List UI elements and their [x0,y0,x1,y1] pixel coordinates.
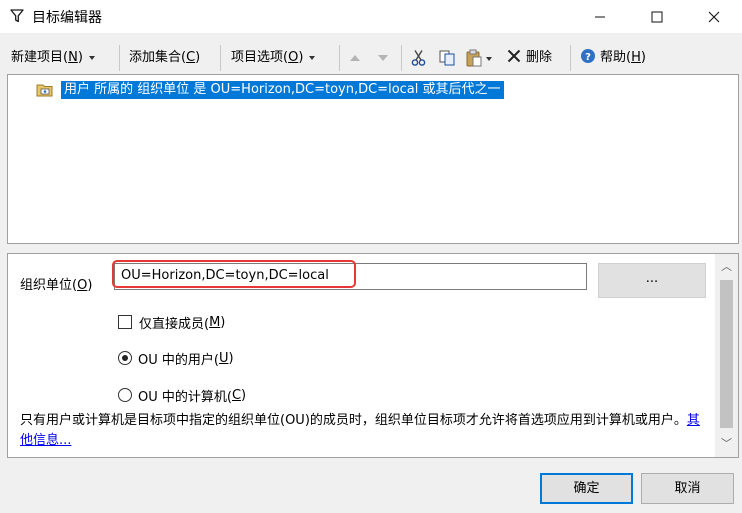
title-bar: 目标编辑器 [0,0,742,33]
browse-button[interactable]: ... [598,263,706,298]
ou-label-text: 组织单位( [20,278,78,293]
minimize-button[interactable] [577,0,623,33]
svg-text:?: ? [585,52,591,63]
info-text: 只有用户或计算机是目标项中指定的组织单位(OU)的成员时，组织单位目标项才允许将… [20,411,710,451]
help-accel: H [631,50,641,65]
help-button[interactable]: ? 帮助(H) [580,47,646,69]
toolbar-separator [570,45,571,71]
chevron-down-icon [88,55,95,60]
toolbar-separator [220,45,221,71]
ou-label-accel: O [77,278,88,293]
item-options-label: 项目选项( [231,50,289,65]
item-options-close: ) [298,50,304,65]
move-down-button[interactable] [373,48,393,68]
toolbar: 新建项目(N) 添加集合(C) 项目选项(O) 删除 ? 帮助(H) [0,40,742,74]
new-item-accel: N [68,50,78,65]
paste-icon [466,49,482,67]
info-description: 只有用户或计算机是目标项中指定的组织单位(OU)的成员时，组织单位目标项才允许将… [20,413,687,428]
delete-label: 删除 [526,50,553,65]
list-item-label: 用户 所属的 组织单位 是 OU=Horizon,DC=toyn,DC=loca… [61,81,504,99]
cut-icon [411,50,426,66]
copy-button[interactable] [437,48,457,68]
add-collection-label: 添加集合( [129,50,187,65]
item-options-menu[interactable]: 项目选项(O) [231,47,316,69]
vertical-scrollbar[interactable]: ︿ ﹀ [715,254,738,457]
radio-unselected-icon [118,388,132,402]
checkbox-box [118,315,132,329]
copy-icon [439,50,455,66]
close-icon [708,11,720,22]
ok-button[interactable]: 确定 [540,473,633,504]
direct-members-label: 仅直接成员( [139,316,210,332]
minimize-icon [595,16,605,17]
users-in-ou-label: OU 中的用户( [138,352,219,368]
computers-in-ou-close: ) [241,387,247,403]
help-close: ) [640,50,646,65]
delete-button[interactable]: 删除 [507,47,552,69]
annotation-highlight-box [112,260,356,288]
ou-label: 组织单位(O) [20,274,92,293]
item-options-accel: O [288,50,299,65]
ou-label-close: ) [87,278,93,293]
direct-members-checkbox[interactable]: 仅直接成员(M) [118,313,226,332]
computers-in-ou-radio[interactable]: OU 中的计算机(C) [118,386,247,405]
window-title: 目标编辑器 [32,10,102,26]
cancel-button[interactable]: 取消 [641,473,734,504]
list-item[interactable]: 用户 所属的 组织单位 是 OU=Horizon,DC=toyn,DC=loca… [36,81,504,99]
direct-members-close: ) [220,314,226,330]
users-in-ou-close: ) [228,350,234,366]
users-in-ou-accel: U [218,350,229,366]
new-item-menu[interactable]: 新建项目(N) [11,47,95,69]
maximize-button[interactable] [634,0,680,33]
move-up-icon [350,55,360,61]
close-button[interactable] [691,0,737,33]
toolbar-separator [339,45,340,71]
maximize-icon [651,11,663,22]
funnel-icon [10,9,24,23]
scroll-down-icon[interactable]: ﹀ [715,435,738,453]
chevron-down-icon [486,57,492,61]
add-collection-accel: C [186,50,196,65]
help-icon: ? [581,49,595,63]
properties-pane: 组织单位(O) OU=Horizon,DC=toyn,DC=local ... … [7,253,739,458]
computers-in-ou-label: OU 中的计算机( [138,389,232,405]
cut-button[interactable] [409,48,429,68]
new-item-close: ) [77,50,83,65]
toolbar-separator [401,45,402,71]
folder-icon [36,84,53,97]
users-in-ou-radio[interactable]: OU 中的用户(U) [118,349,234,368]
move-up-button[interactable] [345,48,365,68]
chevron-down-icon [309,55,316,60]
pane-splitter[interactable] [0,247,742,251]
computers-in-ou-accel: C [231,387,242,403]
paste-button[interactable] [464,48,498,68]
target-list[interactable]: 用户 所属的 组织单位 是 OU=Horizon,DC=toyn,DC=loca… [7,74,739,244]
toolbar-separator [119,45,120,71]
delete-x-icon [507,49,521,63]
scroll-up-icon[interactable]: ︿ [715,258,738,276]
direct-members-accel: M [209,314,221,330]
add-collection-button[interactable]: 添加集合(C) [129,47,200,69]
help-label: 帮助( [600,50,632,65]
radio-selected-icon [118,351,132,365]
scroll-thumb[interactable] [720,280,733,428]
move-down-icon [378,55,388,61]
new-item-label: 新建项目( [11,50,69,65]
add-collection-close: ) [195,50,201,65]
